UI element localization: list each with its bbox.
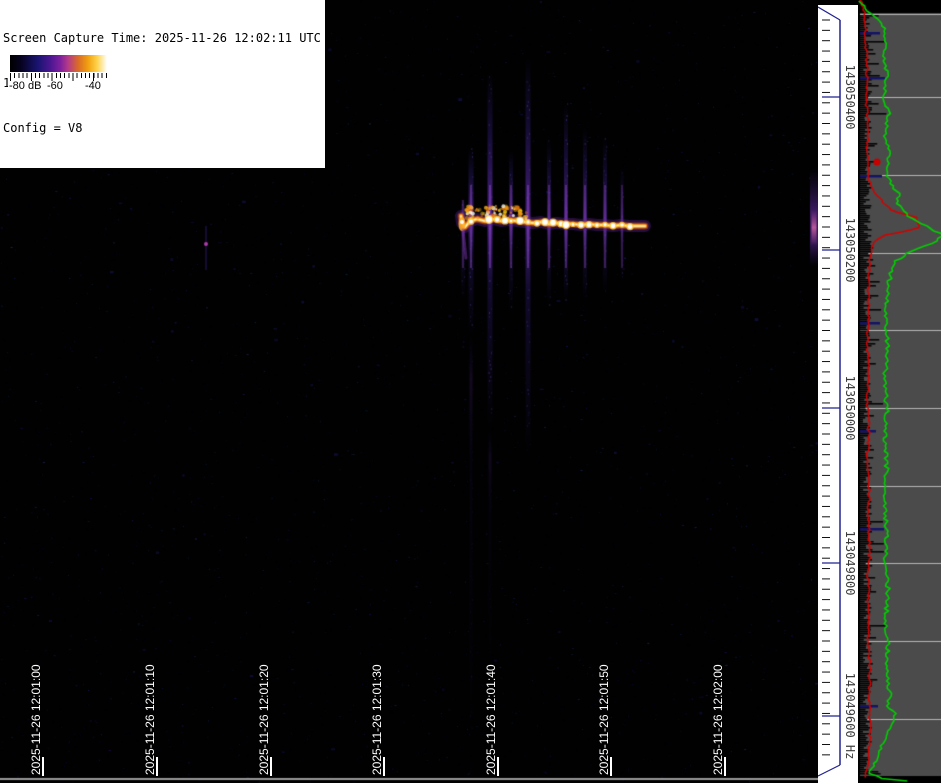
- spectrum-graph[interactable]: [858, 0, 941, 783]
- time-tick-mark: [383, 757, 385, 776]
- app-window: Screen Capture Time: 2025-11-26 12:02:11…: [0, 0, 941, 783]
- time-tick-label: 2025-11-26 12:01:00: [29, 664, 43, 775]
- frequency-axis[interactable]: 143050400 143050200 143050000 143049800 1430…: [818, 0, 858, 783]
- db-label-80: -80 dB: [9, 80, 41, 92]
- time-tick-mark: [610, 757, 612, 776]
- db-label-40: -40: [85, 80, 101, 92]
- time-tick-label: 2025-11-26 12:01:40: [484, 664, 498, 775]
- frequency-tick-label: 143050200: [843, 217, 857, 282]
- time-tick-mark: [724, 757, 726, 776]
- capture-time-text: Screen Capture Time: 2025-11-26 12:02:11…: [3, 31, 321, 46]
- time-tick-label: 2025-11-26 12:01:50: [597, 664, 611, 775]
- frequency-tick-label: 143049600 Hz: [843, 673, 857, 760]
- time-tick-label: 2025-11-26 12:02:00: [711, 664, 725, 775]
- time-tick-mark: [497, 757, 499, 776]
- db-scale-labels: -80 dB -60 -40: [8, 80, 112, 92]
- time-tick-label: 2025-11-26 12:01:30: [370, 664, 384, 775]
- db-label-60: -60: [47, 80, 63, 92]
- time-tick-mark: [270, 757, 272, 776]
- time-tick-mark: [42, 757, 44, 776]
- config-text: Config = V8: [3, 121, 321, 136]
- frequency-tick-label: 143050000: [843, 375, 857, 440]
- ruler-minor-ticks: [10, 73, 110, 78]
- amplitude-color-scale: -80 dB -60 -40: [8, 53, 112, 92]
- frequency-tick-label: 143050400: [843, 64, 857, 129]
- frequency-tick-label: 143049800: [843, 530, 857, 595]
- time-tick-label: 2025-11-26 12:01:10: [143, 664, 157, 775]
- color-gradient-bar: [10, 55, 110, 72]
- time-tick-label: 2025-11-26 12:01:20: [257, 664, 271, 775]
- time-tick-mark: [156, 757, 158, 776]
